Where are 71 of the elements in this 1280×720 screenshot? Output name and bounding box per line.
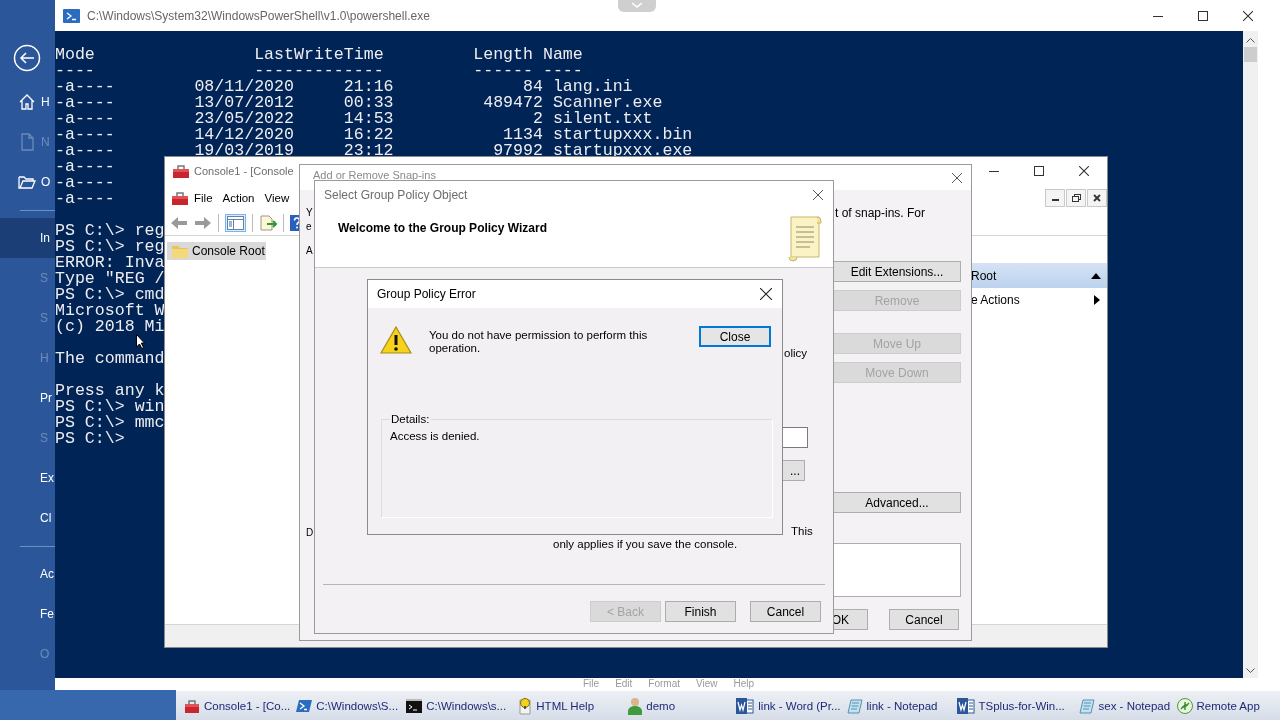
dialog-title: Select Group Policy Object (324, 187, 468, 202)
console-line: PS C:\> win (55, 399, 165, 415)
sidebar-item[interactable]: H (0, 82, 55, 122)
console-line: ---- ------------- ------ ---- (55, 63, 583, 79)
window-title: C:\Windows\System32\WindowsPowerShell\v1.0\powershell.exe (87, 8, 430, 23)
wizard-button[interactable]: Cancel (750, 601, 821, 622)
tree-item[interactable]: Console Root (167, 242, 266, 260)
sidebar-item[interactable]: Ex (0, 458, 55, 498)
console-line: -a---- (55, 159, 115, 175)
text-fragment: Y (306, 207, 314, 219)
console-line: PS C:\> cmd (55, 287, 165, 303)
console-line: (c) 2018 Mi (55, 319, 165, 335)
console-line: -a---- 13/07/2012 00:33 489472 Scanner.exe (55, 95, 663, 111)
error-message: You do not have permission to perform this operation. (429, 329, 649, 355)
taskbar-button[interactable]: Remote App (1173, 692, 1274, 719)
taskbar-button[interactable]: link - Word (Pr... (733, 692, 844, 719)
console-line: PS C:\> (55, 431, 125, 447)
console-line: PS C:\> reg (55, 239, 165, 255)
text-fragment: D (306, 527, 315, 539)
console-line: ERROR: Inva (55, 255, 165, 271)
menu-item[interactable]: File (189, 191, 218, 204)
sidebar-item[interactable]: Fe (0, 594, 55, 634)
dialog-title: Group Policy Error (377, 287, 476, 301)
details-label: Details: (390, 413, 431, 425)
actions-header[interactable]: Root (970, 263, 1107, 288)
description-text: only applies if you save the console. (553, 538, 738, 551)
details-text: Access is denied. (390, 430, 481, 442)
console-line: PS C:\> reg (55, 223, 165, 239)
sidebar-item[interactable]: In (0, 218, 55, 258)
taskbar-button[interactable]: C:\Windows\s... (403, 692, 516, 719)
taskbar-button[interactable]: link - Notepad (843, 692, 954, 719)
console-line: -a---- 23/05/2022 14:53 2 silent.txt (55, 111, 653, 127)
sidebar-item[interactable]: O (0, 162, 55, 202)
console-line: Microsoft W (55, 303, 165, 319)
sidebar-item[interactable]: Pr (0, 378, 55, 418)
cancel-button[interactable]: Cancel (889, 609, 959, 630)
console-line: -a---- (55, 191, 115, 207)
text-fragment: e (306, 221, 313, 233)
taskbar-button[interactable]: Console1 - [Co... (181, 692, 294, 719)
sidebar-item[interactable]: Ac (0, 554, 55, 594)
menu-item[interactable]: View (259, 191, 295, 204)
action-label: e Actions (971, 293, 1020, 307)
taskbar-button[interactable]: HTML Help (515, 692, 626, 719)
console-line: -a---- (55, 175, 115, 191)
console-line: The command (55, 351, 165, 367)
wizard-button[interactable]: Finish (665, 601, 736, 622)
console-line: Mode LastWriteTime Length Name (55, 47, 583, 63)
console-line: PS C:\> mmc (55, 415, 165, 431)
description-text: This (791, 525, 813, 538)
console-line: -a---- 19/03/2019 23:12 97992 startupxxx.exe (55, 143, 693, 159)
dialog-button[interactable]: Advanced... (833, 492, 961, 513)
actions-title: Root (971, 268, 997, 283)
dialog-button[interactable]: Edit Extensions... (833, 261, 961, 282)
taskbar-button[interactable]: TSplus-for-Win... (953, 692, 1076, 719)
console-line: Press any k (55, 383, 165, 399)
dialog-title: Add or Remove Snap-ins (313, 169, 436, 181)
sidebar-item[interactable]: Cl (0, 498, 55, 538)
option-label: olicy (784, 347, 807, 360)
taskbar-button[interactable]: sex - Notepad (1075, 692, 1174, 719)
wizard-heading: Welcome to the Group Policy Wizard (338, 221, 548, 235)
close-button[interactable]: Close (699, 326, 771, 347)
menu-item[interactable]: Action (217, 191, 260, 204)
action-item[interactable]: e Actions (970, 288, 1107, 312)
taskbar-button[interactable]: demo (625, 692, 734, 719)
taskbar-button[interactable]: C:\Windows\S... (293, 692, 404, 719)
console-line: -a---- 08/11/2020 21:16 84 lang.ini (55, 79, 633, 95)
window-title: Console1 - [Console (194, 165, 294, 177)
console-line: -a---- 14/12/2020 16:22 1134 startupxxx.bin (55, 127, 693, 143)
console-line: Type "REG / (55, 271, 165, 287)
intro-text: t of snap-ins. For (834, 206, 927, 220)
text-fragment: A (306, 245, 314, 257)
